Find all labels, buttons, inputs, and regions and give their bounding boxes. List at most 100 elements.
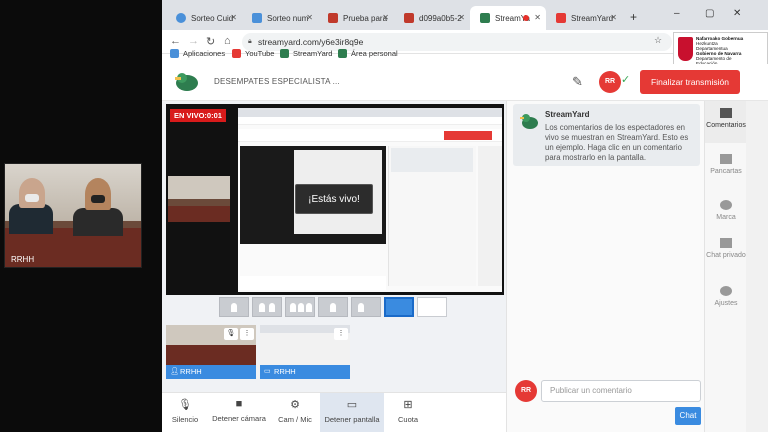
bookmark-label: YouTube — [245, 49, 275, 58]
sidebar-item-marca[interactable]: Marca — [705, 193, 747, 235]
forward-icon[interactable]: → — [188, 35, 199, 47]
stage-area: EN VIVO:0:01 ¡Estás vivo! 🎙︎ ⋮ 👤︎ RRHH ⋮… — [162, 101, 506, 432]
document-icon — [404, 13, 414, 23]
message-text: Los comentarios de los espectadores en v… — [545, 123, 689, 162]
youtube-icon — [232, 49, 241, 58]
bookmark-label: Área personal — [351, 49, 398, 58]
minimize-button[interactable]: – — [674, 8, 680, 19]
edit-icon[interactable]: ✎ — [572, 74, 583, 90]
guest-tile-camera[interactable]: 🎙︎ ⋮ 👤︎ RRHH — [166, 325, 256, 379]
comments-panel: StreamYard Los comentarios de los espect… — [506, 101, 704, 432]
layout-blank[interactable] — [417, 297, 447, 317]
tab-label: Sorteo num — [267, 13, 309, 23]
stop-screen-button[interactable]: ▭ Detener pantalla — [320, 393, 384, 432]
close-icon[interactable]: ✕ — [382, 13, 389, 22]
studio-sidebar: Comentarios Pancartas Marca Chat privado… — [704, 101, 747, 432]
tab-prueba[interactable]: Prueba para ✕ — [318, 6, 394, 30]
document-icon — [328, 13, 338, 23]
broadcast-title[interactable]: DESEMPATES ESPECIALISTA ... — [214, 77, 340, 86]
layout-group[interactable] — [252, 297, 282, 317]
maximize-button[interactable]: ▢ — [705, 8, 714, 19]
browser-window: Sorteo Cuid ✕ Sorteo num ✕ Prueba para ✕… — [162, 0, 768, 432]
layout-thin[interactable] — [318, 297, 348, 317]
chat-send-button[interactable]: Chat — [675, 407, 701, 425]
person-icon: 👤︎ — [170, 368, 179, 375]
bookmark-area-personal[interactable]: Área personal — [338, 49, 398, 58]
live-badge: EN VIVO:0:01 — [170, 109, 226, 122]
streamyard-avatar-icon — [520, 114, 538, 129]
palette-icon — [720, 200, 732, 210]
bookmark-apps[interactable]: Aplicaciones — [170, 49, 225, 58]
camera-icon: ■ — [235, 398, 243, 410]
gear-icon — [720, 286, 732, 296]
stop-camera-button[interactable]: ■ Detener cámara — [208, 393, 270, 432]
star-icon[interactable]: ☆ — [654, 35, 662, 46]
destination-avatar[interactable]: RR — [599, 71, 621, 93]
sidebar-item-ajustes[interactable]: Ajustes — [705, 279, 747, 321]
close-icon[interactable]: ✕ — [458, 13, 465, 22]
sidebar-label: Ajustes — [714, 300, 738, 307]
mute-button[interactable]: 🎙︎ Silencio — [162, 393, 208, 432]
webcam-name: RRHH — [11, 255, 35, 264]
tab-sorteo-num[interactable]: Sorteo num ✕ — [242, 6, 318, 30]
tab-d099[interactable]: d099a0b5-2 ✕ — [394, 6, 470, 30]
layout-solo[interactable] — [219, 297, 249, 317]
sidebar-label: Pancartas — [710, 168, 742, 175]
layout-pip[interactable] — [351, 297, 381, 317]
more-icon[interactable]: ⋮ — [334, 328, 348, 340]
more-icon[interactable]: ⋮ — [240, 328, 254, 340]
tab-strip: Sorteo Cuid ✕ Sorteo num ✕ Prueba para ✕… — [162, 0, 768, 30]
end-broadcast-button[interactable]: Finalizar transmisión — [640, 70, 740, 94]
layout-screen-share[interactable] — [384, 297, 414, 317]
home-icon[interactable]: ⌂ — [224, 35, 231, 47]
bookmark-youtube[interactable]: YouTube — [232, 49, 274, 58]
mic-icon: 🎙︎ — [178, 399, 192, 411]
mic-icon[interactable]: 🎙︎ — [224, 328, 238, 340]
globe-icon — [176, 13, 186, 23]
sidebar-label: Chat privado — [706, 252, 746, 259]
navarra-crest-icon — [678, 37, 693, 61]
close-icon[interactable]: ✕ — [610, 13, 617, 22]
tab-streamyard-active[interactable]: StreamYa ✕ — [470, 6, 546, 30]
bookmark-streamyard[interactable]: StreamYard — [280, 49, 332, 58]
recording-icon — [523, 15, 529, 21]
close-window-button[interactable]: ✕ — [733, 8, 741, 19]
close-icon[interactable]: ✕ — [534, 13, 541, 22]
banner-icon — [720, 154, 732, 164]
message-sender: StreamYard — [545, 110, 590, 119]
tab-streamyard[interactable]: StreamYard ✕ — [546, 6, 622, 30]
layout-leader[interactable] — [285, 297, 315, 317]
sidebar-item-comentarios[interactable]: Comentarios — [705, 101, 747, 143]
scrollbar[interactable] — [746, 101, 768, 432]
control-label: Detener pantalla — [324, 415, 380, 424]
tab-sorteo-cuid[interactable]: Sorteo Cuid ✕ — [166, 6, 242, 30]
sidebar-item-chat-privado[interactable]: Chat privado — [705, 231, 747, 273]
comment-input[interactable]: Publicar un comentario — [541, 380, 701, 402]
control-label: Detener cámara — [212, 414, 266, 423]
layout-picker — [219, 297, 449, 319]
control-bar: 🎙︎ Silencio ■ Detener cámara ⚙ Cam / Mic… — [162, 392, 506, 432]
cam-mic-settings-button[interactable]: ⚙ Cam / Mic — [270, 393, 320, 432]
share-button[interactable]: ⊞ Cuota — [384, 393, 432, 432]
comment-message[interactable]: StreamYard Los comentarios de los espect… — [513, 104, 700, 166]
control-label: Cuota — [397, 415, 418, 424]
moodle-icon — [338, 49, 347, 58]
tab-label: Prueba para — [343, 13, 388, 23]
user-avatar[interactable]: RR — [515, 380, 537, 402]
screen-icon: ▭ — [264, 368, 271, 375]
close-icon[interactable]: ✕ — [230, 13, 237, 22]
close-icon[interactable]: ✕ — [306, 13, 313, 22]
bookmark-label: StreamYard — [293, 49, 333, 58]
stage-camera-feed — [168, 176, 230, 222]
apps-icon — [170, 49, 179, 58]
stage-preview: EN VIVO:0:01 ¡Estás vivo! — [166, 104, 504, 295]
gmail-icon — [556, 13, 566, 23]
back-icon[interactable]: ← — [170, 35, 181, 47]
share-icon: ⊞ — [403, 399, 413, 411]
tab-label: d099a0b5-2 — [419, 13, 462, 23]
chat-icon — [720, 238, 732, 248]
guest-tile-screen[interactable]: ⋮ ▭ RRHH — [260, 325, 350, 379]
screen: RRHH Sorteo Cuid ✕ Sorteo num ✕ Prueba p… — [0, 0, 768, 432]
sidebar-item-pancartas[interactable]: Pancartas — [705, 147, 747, 189]
new-tab-button[interactable]: + — [630, 10, 637, 24]
